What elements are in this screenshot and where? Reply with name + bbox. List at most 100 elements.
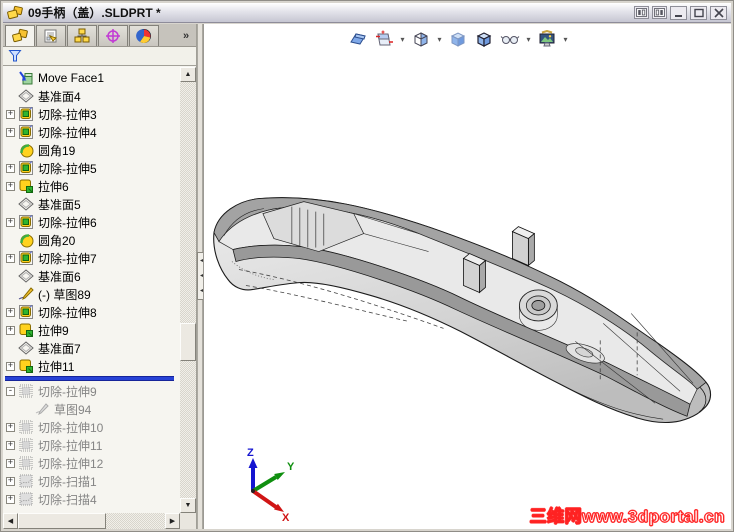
- feature-tree-item[interactable]: +切除-扫描1: [3, 472, 180, 490]
- cut-extrude-icon: [18, 250, 34, 266]
- feature-tree-item-label: 拉伸6: [38, 178, 69, 195]
- split-view-left-button[interactable]: [634, 6, 649, 19]
- feature-tree-item[interactable]: 基准面7: [3, 339, 180, 357]
- horizontal-scroll-thumb[interactable]: [18, 513, 106, 529]
- cut-extrude-suppressed-icon: [18, 455, 34, 471]
- minimize-button[interactable]: [670, 6, 687, 20]
- dimxpertmanager-tab[interactable]: [98, 25, 128, 46]
- plane-icon: [18, 340, 34, 356]
- feature-tree-item[interactable]: - 切除-拉伸9: [3, 382, 180, 400]
- tree-expand-toggle[interactable]: +: [6, 164, 15, 173]
- feature-tree-item[interactable]: + 切除-拉伸3: [3, 105, 180, 123]
- scroll-right-button[interactable]: ▶: [165, 513, 180, 529]
- tree-expand-toggle[interactable]: +: [6, 218, 15, 227]
- feature-tree-item-label: 基准面6: [38, 268, 81, 285]
- fillet-icon: [18, 142, 34, 158]
- tree-expand-toggle[interactable]: +: [6, 441, 15, 450]
- feature-tree-item[interactable]: +切除-拉伸7: [3, 249, 180, 267]
- tree-horizontal-scrollbar: ◀ ▶: [3, 513, 180, 529]
- graphics-viewport[interactable]: ▾▾▾▾: [203, 24, 731, 529]
- vertical-scroll-thumb[interactable]: [180, 323, 196, 361]
- feature-tree-item[interactable]: + 切除-扫描4: [3, 490, 180, 508]
- feature-tree-item[interactable]: +切除-拉伸11: [3, 436, 180, 454]
- feature-tree-item[interactable]: + 拉伸11: [3, 357, 180, 375]
- panel-tab-strip: »: [3, 24, 196, 47]
- tree-expand-toggle[interactable]: +: [6, 110, 15, 119]
- cut-extrude-suppressed-icon: [18, 419, 34, 435]
- feature-tree-item[interactable]: + 拉伸9: [3, 321, 180, 339]
- tree-expand-toggle[interactable]: +: [6, 495, 15, 504]
- feature-tree-item[interactable]: 基准面5: [3, 195, 180, 213]
- boss-extrude-icon: [18, 178, 34, 194]
- cut-sweep-suppressed-icon: [18, 473, 34, 489]
- feature-tree-item-label: 切除-拉伸3: [38, 106, 97, 123]
- scroll-up-button[interactable]: ▲: [180, 67, 196, 82]
- feature-tree-item-label: (-) 草图89: [38, 286, 91, 303]
- tree-expand-toggle[interactable]: +: [6, 308, 15, 317]
- feature-manager-panel: » Move Face1基准面4+切除-拉伸3+切除-拉伸4圆角19+切除-拉伸…: [3, 24, 197, 529]
- feature-tree-item[interactable]: 基准面6: [3, 267, 180, 285]
- origin-triad: Z Y X: [218, 428, 308, 524]
- propertymanager-icon: [43, 28, 59, 44]
- feature-tree-item-label: 切除-拉伸6: [38, 214, 97, 231]
- tree-expand-toggle[interactable]: +: [6, 459, 15, 468]
- close-button[interactable]: [710, 6, 727, 20]
- propertymanager-tab[interactable]: [36, 25, 66, 46]
- watermark: 三维网www.3dportal.cn: [530, 502, 725, 527]
- feature-tree-item[interactable]: (-) 草图89: [3, 285, 180, 303]
- feature-tree: Move Face1基准面4+切除-拉伸3+切除-拉伸4圆角19+切除-拉伸5+…: [3, 67, 180, 513]
- tree-expand-toggle[interactable]: +: [6, 254, 15, 263]
- plane-icon: [18, 196, 34, 212]
- feature-tree-item[interactable]: 圆角19: [3, 141, 180, 159]
- feature-tree-item[interactable]: +切除-拉伸10: [3, 418, 180, 436]
- feature-tree-item-label: 切除-拉伸9: [38, 383, 97, 400]
- feature-tree-item[interactable]: + 拉伸6: [3, 177, 180, 195]
- feature-tree-item-label: 基准面7: [38, 340, 81, 357]
- horizontal-scroll-track: [18, 513, 165, 529]
- plane-icon: [18, 88, 34, 104]
- featuremanager-tab[interactable]: [5, 25, 35, 46]
- rollback-bar[interactable]: [5, 376, 174, 381]
- cut-extrude-icon: [18, 160, 34, 176]
- filter-bar[interactable]: [3, 47, 196, 66]
- configurationmanager-icon: [74, 28, 90, 44]
- sketch-suppressed-icon: [34, 401, 50, 417]
- feature-tree-item[interactable]: + 切除-拉伸4: [3, 123, 180, 141]
- feature-tree-item-label: 切除-拉伸4: [38, 124, 97, 141]
- window-title: 09手柄（盖）.SLDPRT *: [28, 4, 161, 21]
- feature-tree-item-label: 切除-拉伸8: [38, 304, 97, 321]
- solidworks-window: 09手柄（盖）.SLDPRT * »: [0, 0, 734, 532]
- split-view-right-button[interactable]: [652, 6, 667, 19]
- feature-tree-item[interactable]: + 切除-拉伸8: [3, 303, 180, 321]
- feature-tree-item-label: 切除-扫描4: [38, 491, 97, 508]
- feature-tree-item[interactable]: + 切除-拉伸12: [3, 454, 180, 472]
- feature-tree-item-label: 切除-拉伸5: [38, 160, 97, 177]
- tab-overflow-button[interactable]: »: [177, 26, 195, 46]
- scroll-down-button[interactable]: ▼: [180, 498, 196, 513]
- feature-tree-item[interactable]: + 切除-拉伸5: [3, 159, 180, 177]
- move-face-icon: [18, 70, 34, 86]
- maximize-button[interactable]: [690, 6, 707, 20]
- feature-tree-item[interactable]: + 切除-拉伸6: [3, 213, 180, 231]
- feature-tree-item-label: 圆角20: [38, 232, 75, 249]
- displaymanager-tab[interactable]: [129, 25, 159, 46]
- tree-expand-toggle[interactable]: +: [6, 362, 15, 371]
- feature-tree-item[interactable]: 圆角20: [3, 231, 180, 249]
- feature-tree-item[interactable]: 草图94: [3, 400, 180, 418]
- feature-tree-item-label: 草图94: [54, 401, 91, 418]
- tree-expand-toggle[interactable]: +: [6, 326, 15, 335]
- feature-tree-item-label: 基准面5: [38, 196, 81, 213]
- configurationmanager-tab[interactable]: [67, 25, 97, 46]
- tree-expand-toggle[interactable]: +: [6, 128, 15, 137]
- feature-tree-item-label: 切除-拉伸12: [38, 455, 103, 472]
- tree-expand-toggle[interactable]: +: [6, 423, 15, 432]
- filter-funnel-icon: [8, 49, 22, 63]
- feature-tree-item-label: 拉伸9: [38, 322, 69, 339]
- feature-tree-item-label: 拉伸11: [38, 358, 74, 375]
- tree-expand-toggle[interactable]: +: [6, 182, 15, 191]
- scroll-left-button[interactable]: ◀: [3, 513, 18, 529]
- tree-expand-toggle[interactable]: -: [6, 387, 15, 396]
- tree-expand-toggle[interactable]: +: [6, 477, 15, 486]
- feature-tree-item[interactable]: Move Face1: [3, 69, 180, 87]
- feature-tree-item[interactable]: 基准面4: [3, 87, 180, 105]
